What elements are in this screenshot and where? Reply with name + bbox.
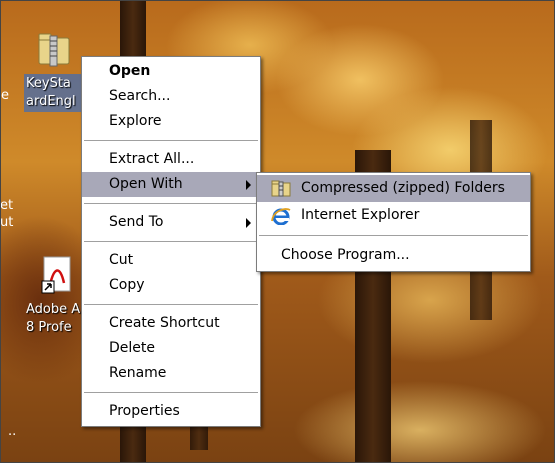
internet-explorer-icon — [271, 208, 291, 225]
desktop-icon-label: Adobe A — [26, 302, 81, 317]
menu-separator — [84, 241, 258, 242]
menu-item-create-shortcut[interactable]: Create Shortcut — [82, 311, 260, 336]
open-with-submenu: Compressed (zipped) Folders Internet Exp… — [256, 172, 531, 272]
submenu-item-label: Internet Explorer — [301, 207, 420, 223]
menu-item-label: Rename — [109, 365, 167, 381]
desktop-icon-label: ardEngl — [26, 94, 76, 109]
submenu-item-choose-program[interactable]: Choose Program... — [257, 242, 530, 269]
submenu-item-compressed-folders[interactable]: Compressed (zipped) Folders — [257, 175, 530, 202]
adobe-shortcut-icon — [41, 256, 71, 294]
submenu-item-label: Compressed (zipped) Folders — [301, 180, 505, 196]
menu-item-label: Explore — [109, 113, 162, 129]
menu-item-label: Create Shortcut — [109, 315, 220, 331]
desktop-icon-zip-file[interactable]: KeySta ardEngl — [24, 28, 84, 112]
desktop-icon-label: KeySta — [26, 76, 71, 91]
menu-item-search[interactable]: Search... — [82, 84, 260, 109]
desktop-edge-text: .. — [8, 424, 17, 439]
desktop-icon-label: 8 Profe — [26, 320, 72, 335]
submenu-arrow-icon — [246, 180, 251, 190]
menu-item-cut[interactable]: Cut — [82, 248, 260, 273]
menu-item-label: Properties — [109, 403, 180, 419]
menu-separator — [84, 203, 258, 204]
menu-item-open[interactable]: Open — [82, 59, 260, 84]
submenu-arrow-icon — [246, 218, 251, 228]
menu-item-open-with[interactable]: Open With — [82, 172, 260, 197]
desktop-edge-text: e — [1, 88, 9, 103]
menu-item-label: Delete — [109, 340, 155, 356]
menu-item-label: Open — [109, 63, 151, 79]
submenu-item-label: Choose Program... — [281, 247, 410, 263]
menu-separator — [84, 392, 258, 393]
menu-item-label: Cut — [109, 252, 134, 268]
desktop-edge-text: ut — [0, 215, 14, 230]
zip-folder-icon — [271, 180, 291, 197]
context-menu: Open Search... Explore Extract All... Op… — [81, 56, 261, 427]
menu-item-label: Send To — [109, 214, 164, 230]
menu-item-send-to[interactable]: Send To — [82, 210, 260, 235]
menu-item-delete[interactable]: Delete — [82, 336, 260, 361]
menu-separator — [259, 235, 528, 236]
desktop-edge-text: et — [0, 198, 14, 213]
menu-item-explore[interactable]: Explore — [82, 109, 260, 134]
menu-item-extract-all[interactable]: Extract All... — [82, 147, 260, 172]
zip-folder-icon — [38, 33, 70, 67]
desktop-icon-adobe[interactable]: Adobe A 8 Profe — [26, 255, 86, 337]
menu-item-label: Extract All... — [109, 151, 195, 167]
menu-item-label: Open With — [109, 176, 183, 192]
menu-separator — [84, 140, 258, 141]
menu-separator — [84, 304, 258, 305]
submenu-item-internet-explorer[interactable]: Internet Explorer — [257, 202, 530, 229]
menu-item-copy[interactable]: Copy — [82, 273, 260, 298]
menu-item-properties[interactable]: Properties — [82, 399, 260, 424]
menu-item-label: Copy — [109, 277, 145, 293]
menu-item-rename[interactable]: Rename — [82, 361, 260, 386]
menu-item-label: Search... — [109, 88, 171, 104]
